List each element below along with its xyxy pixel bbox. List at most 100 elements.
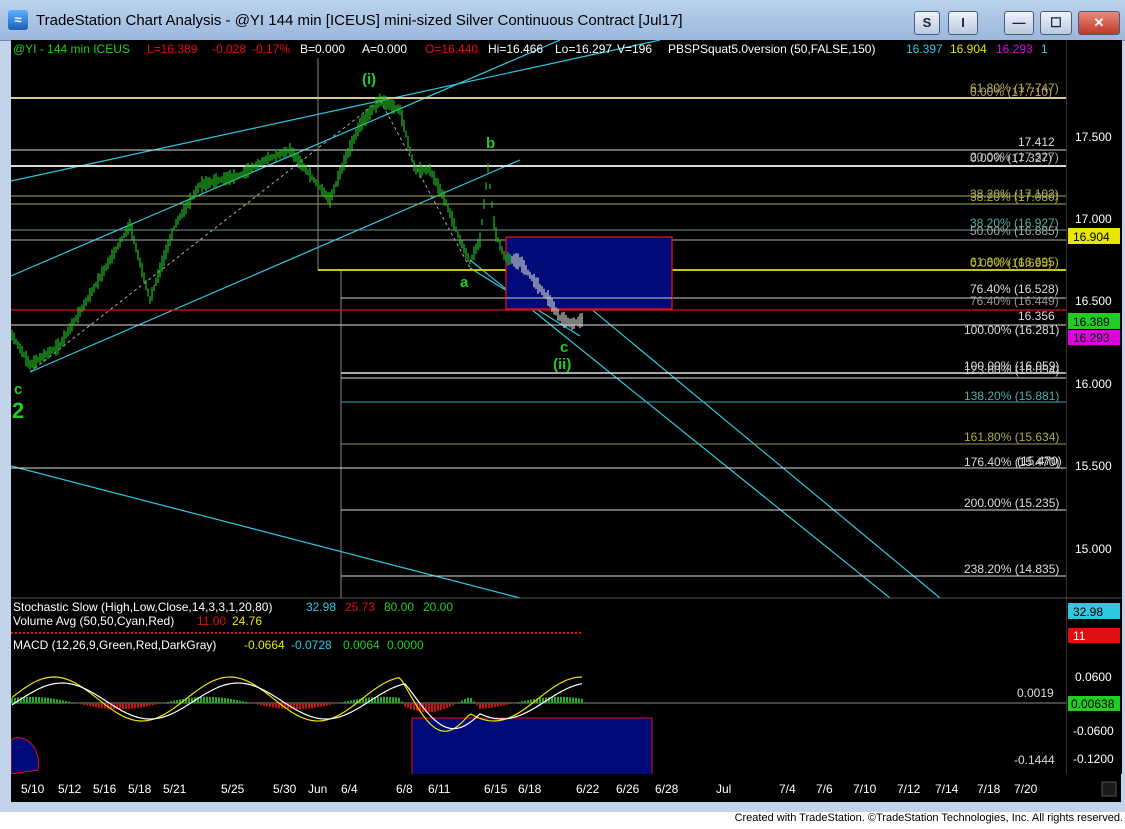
header-open: O=16.440 [425, 42, 478, 56]
date-label: 5/18 [128, 782, 152, 796]
header-indicator: PBSPSquat5.0version (50,FALSE,150) [668, 42, 875, 56]
long-trend-line [11, 465, 521, 598]
date-label: Jul [716, 782, 731, 796]
date-label: 7/4 [779, 782, 796, 796]
fib-connector [29, 99, 471, 373]
macd-badge: 0.00638 [1071, 697, 1115, 711]
macd-value: -0.0664 [244, 638, 285, 652]
date-labels: 5/10 5/12 5/16 5/18 5/21 5/25 5/30 Jun 6/4 6/8 6/1… [21, 782, 1038, 796]
fib-label: 0.00% (17.327) [970, 151, 1052, 165]
date-label: 5/12 [58, 782, 82, 796]
price-tick: 17.500 [1075, 130, 1112, 144]
macd-value-label: -0.1444 [1014, 753, 1055, 767]
wave-label-2: 2 [12, 398, 24, 423]
price-tick: 16.000 [1075, 377, 1112, 391]
main-pane [11, 40, 1066, 598]
down-channel-upper [469, 259, 891, 598]
macd-tick: -0.0600 [1073, 724, 1114, 738]
date-label: 5/10 [21, 782, 45, 796]
fib-label: 123.60% (16.054) [964, 363, 1059, 377]
date-label: 6/18 [518, 782, 542, 796]
stochastic-value: 20.00 [423, 600, 453, 614]
price-bars [11, 93, 583, 370]
header-change: -0.028 [212, 42, 246, 56]
date-label: 7/10 [853, 782, 877, 796]
date-label: 7/12 [897, 782, 921, 796]
wave-label-ii: (ii) [553, 356, 571, 373]
channel-upper-line [11, 40, 661, 182]
macd-value: 0.0000 [387, 638, 424, 652]
header-volume: V=196 [617, 42, 652, 56]
price-tick: 15.500 [1075, 459, 1112, 473]
fib-label: 17.412 [1018, 135, 1055, 149]
price-tick: 15.000 [1075, 542, 1112, 556]
volume-avg-value: 24.76 [232, 614, 262, 628]
fib-label: (15.470) [1017, 454, 1062, 468]
volume-badge: 11 [1073, 629, 1086, 643]
date-label: 6/8 [396, 782, 413, 796]
date-label: 6/11 [428, 782, 451, 796]
date-label: 7/6 [816, 782, 833, 796]
date-label: 5/30 [273, 782, 297, 796]
header-ind-value: 16.397 [906, 42, 943, 56]
volume-avg-label: Volume Avg (50,50,Cyan,Red) [13, 614, 174, 628]
stochastic-value: 25.73 [345, 600, 375, 614]
macd-left-box [11, 737, 39, 774]
fib-label: 76.40% (16.449) [970, 294, 1059, 308]
date-label: 6/26 [616, 782, 640, 796]
date-label: 6/15 [484, 782, 508, 796]
price-badge-magenta: 16.293 [1073, 331, 1110, 345]
date-label: 7/20 [1014, 782, 1038, 796]
macd-value: 0.0064 [343, 638, 380, 652]
price-badge-yellow: 16.904 [1073, 230, 1110, 244]
fib-label: 0.00% (17.710) [970, 85, 1052, 99]
price-tick: 17.000 [1075, 212, 1112, 226]
stochastic-badge: 32.98 [1073, 605, 1103, 619]
footer-copyright: Created with TradeStation. ©TradeStation… [734, 812, 1123, 824]
header-bid: B=0.000 [300, 42, 345, 56]
fib-label: 16.356 [1018, 309, 1055, 323]
header-symbol: @YI - 144 min ICEUS [13, 42, 130, 56]
indicator-labels: Stochastic Slow (High,Low,Close,14,3,3,1… [13, 600, 453, 652]
header-last: L=16.389 [147, 42, 198, 56]
fib-label: 38.20% (17.080) [970, 190, 1059, 204]
header-ind-value: 1 [1041, 42, 1048, 56]
macd-tick: 0.0600 [1075, 670, 1112, 684]
date-label: 7/14 [935, 782, 959, 796]
fib-label: 238.20% (14.835) [964, 562, 1059, 576]
header-pct: -0.17% [252, 42, 290, 56]
price-axis-ticks: 17.500 17.000 16.500 16.000 15.500 15.00… [1073, 130, 1114, 766]
header-ask: A=0.000 [362, 42, 407, 56]
date-label: 6/28 [655, 782, 679, 796]
macd-target-box [411, 717, 653, 774]
stochastic-label: Stochastic Slow (High,Low,Close,14,3,3,1… [13, 600, 272, 614]
header-high: Hi=16.466 [488, 42, 543, 56]
header-ind-value: 16.293 [996, 42, 1033, 56]
date-label: Jun [308, 782, 327, 796]
macd-tick: -0.1200 [1073, 752, 1114, 766]
fib-label: 161.80% (15.634) [964, 430, 1059, 444]
price-tick: 16.500 [1075, 294, 1112, 308]
fib-label: 138.20% (15.881) [964, 389, 1059, 403]
fib-label: 50.00% (16.885) [970, 224, 1059, 238]
macd-pane [11, 676, 1066, 774]
scroll-button[interactable] [1101, 781, 1117, 797]
stochastic-value: 32.98 [306, 600, 336, 614]
chart-header: @YI - 144 min ICEUS L=16.389 -0.028 -0.1… [13, 42, 1048, 56]
macd-value-label: 0.0019 [1017, 686, 1054, 700]
wave-label-c: c [560, 339, 568, 356]
wave-label-a: a [460, 274, 469, 291]
volume-avg-value: 11.00 [197, 614, 226, 628]
fib-label: 200.00% (15.235) [964, 496, 1059, 510]
price-badge-green: 16.389 [1073, 315, 1110, 329]
macd-label: MACD (12,26,9,Green,Red,DarkGray) [13, 638, 216, 652]
wave-label-i: (i) [362, 71, 376, 88]
stochastic-value: 80.00 [384, 600, 414, 614]
date-label: 7/18 [977, 782, 1001, 796]
header-low: Lo=16.297 [555, 42, 612, 56]
date-label: 6/22 [576, 782, 600, 796]
date-label: 5/16 [93, 782, 117, 796]
wave-label-c-left: c [14, 381, 22, 398]
date-label: 5/21 [163, 782, 187, 796]
macd-value: -0.0728 [291, 638, 332, 652]
